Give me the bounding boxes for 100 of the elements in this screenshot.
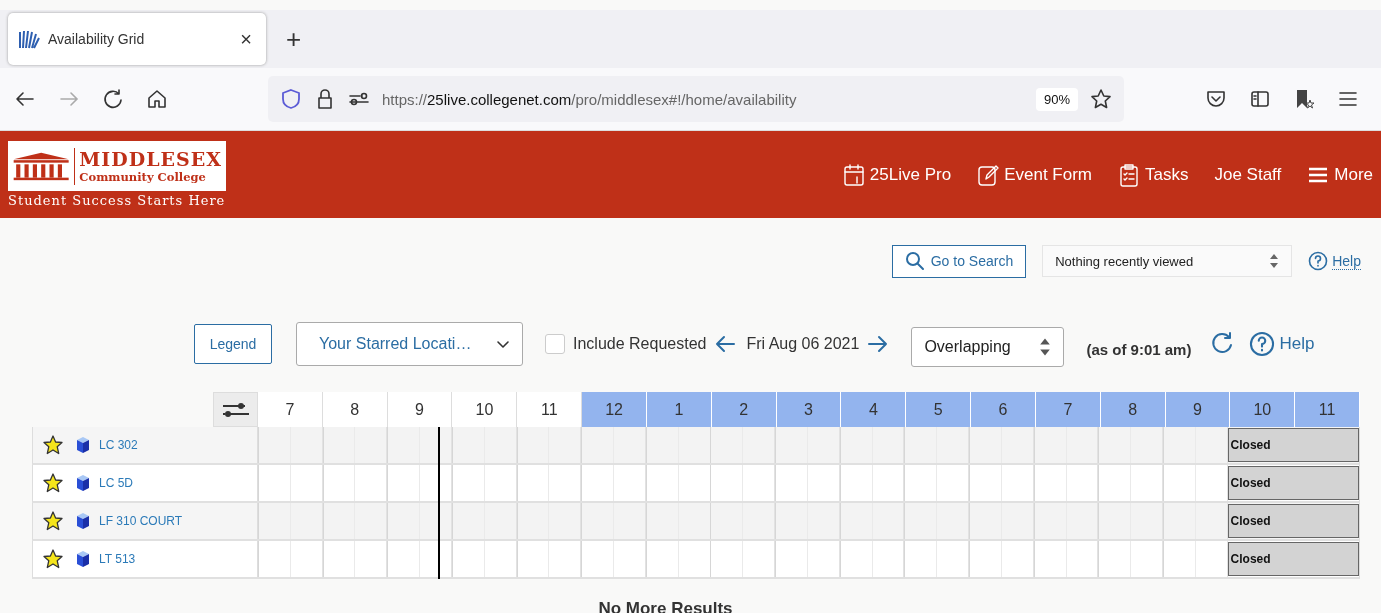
time-slot-cell[interactable] (1033, 541, 1099, 577)
time-slot-cell[interactable] (258, 541, 323, 577)
time-slot-cell[interactable] (969, 503, 1034, 539)
time-slot-cell[interactable] (839, 465, 905, 501)
time-slot-cell[interactable] (1098, 465, 1163, 501)
time-slot-cell[interactable] (581, 465, 646, 501)
nav-link[interactable]: Event Form (977, 162, 1092, 187)
time-slot-cell[interactable] (839, 427, 905, 463)
time-slot-cell[interactable] (904, 465, 970, 501)
new-tab-button[interactable]: + (280, 22, 308, 56)
time-slot-cell[interactable] (710, 541, 776, 577)
clipboard-icon (1118, 162, 1140, 187)
nav-link[interactable]: Tasks (1118, 162, 1189, 187)
time-slot-cell[interactable] (1033, 503, 1099, 539)
star-icon[interactable] (43, 511, 63, 531)
time-slot-cell[interactable] (387, 503, 452, 539)
location-link[interactable]: LC 302 (99, 438, 138, 452)
time-slot-cell[interactable] (581, 427, 646, 463)
time-slot-cell[interactable] (516, 503, 582, 539)
cube-icon (75, 512, 91, 530)
sidebar-icon[interactable] (1249, 88, 1271, 110)
time-slot-cell[interactable] (322, 541, 388, 577)
time-slot-cell[interactable] (775, 465, 840, 501)
time-slot-cell[interactable] (1162, 465, 1228, 501)
time-slot-cell[interactable] (387, 541, 452, 577)
time-slot-cell[interactable] (1162, 503, 1228, 539)
time-slot-cell[interactable] (775, 427, 840, 463)
time-slot-cell[interactable] (581, 541, 646, 577)
checkbox[interactable] (545, 334, 565, 354)
site-logo-icon (18, 28, 40, 50)
close-tab-button[interactable]: × (236, 27, 256, 51)
time-slot-cell[interactable] (451, 465, 517, 501)
reload-icon[interactable] (102, 88, 124, 110)
time-slot-cell[interactable] (516, 427, 582, 463)
location-link[interactable]: LT 513 (99, 552, 136, 566)
next-day-arrow-icon[interactable] (867, 335, 890, 353)
filter-button[interactable] (213, 392, 258, 427)
time-slot-cell[interactable] (969, 541, 1034, 577)
time-slot-cell[interactable] (969, 465, 1034, 501)
time-slot-cell[interactable] (710, 465, 776, 501)
nav-link[interactable]: 25Live Pro (842, 162, 952, 187)
hour-header: 8 (322, 392, 388, 427)
time-slot-cell[interactable] (1162, 427, 1228, 463)
time-slot-cell[interactable] (1033, 427, 1099, 463)
time-slot-cell[interactable] (710, 427, 776, 463)
recent-dropdown[interactable]: Nothing recently viewed (1042, 245, 1293, 277)
time-slot-cell[interactable] (322, 427, 388, 463)
help-link[interactable]: Help (1249, 331, 1315, 357)
time-slot-cell[interactable] (258, 503, 323, 539)
zoom-level[interactable]: 90% (1035, 87, 1078, 111)
time-slot-cell[interactable] (322, 503, 388, 539)
time-slot-cell[interactable] (387, 465, 452, 501)
time-slot-cell[interactable] (775, 503, 840, 539)
time-slot-cell[interactable] (904, 541, 970, 577)
time-slot-cell[interactable] (1162, 541, 1228, 577)
time-slot-cell[interactable] (258, 465, 323, 501)
pocket-icon[interactable] (1205, 88, 1227, 110)
time-slot-cell[interactable] (516, 541, 582, 577)
legend-button[interactable]: Legend (194, 324, 272, 364)
star-icon[interactable] (43, 549, 63, 569)
star-icon[interactable] (43, 473, 63, 493)
nav-link[interactable]: Joe Staff (1214, 164, 1282, 185)
time-slot-cell[interactable] (451, 503, 517, 539)
time-slot-cell[interactable] (1033, 465, 1099, 501)
time-slot-cell[interactable] (322, 465, 388, 501)
time-slot-cell[interactable] (839, 503, 905, 539)
time-slot-cell[interactable] (1098, 427, 1163, 463)
time-slot-cell[interactable] (904, 503, 970, 539)
time-slot-cell[interactable] (1098, 541, 1163, 577)
location-dropdown[interactable]: Your Starred Locati… (296, 322, 523, 366)
help-icon (1308, 251, 1329, 271)
nav-link[interactable]: More (1307, 162, 1373, 187)
time-slot-cell[interactable] (258, 427, 323, 463)
location-link[interactable]: LC 5D (99, 476, 133, 490)
shield-icon[interactable] (280, 88, 302, 110)
time-slot-cell[interactable] (451, 541, 517, 577)
bookmark-star-icon[interactable] (1090, 88, 1112, 110)
url-text[interactable]: https://25live.collegenet.com/pro/middlesex#!/home/availability (382, 90, 1024, 108)
cube-icon (75, 436, 91, 454)
time-slot-cell[interactable] (775, 541, 840, 577)
time-slot-cell[interactable] (969, 427, 1034, 463)
search-icon (904, 251, 925, 271)
time-slot-cell[interactable] (451, 427, 517, 463)
time-slot-cell[interactable] (516, 465, 582, 501)
go-to-search-button[interactable]: Go to Search (891, 244, 1027, 278)
hour-header: 10 (452, 392, 518, 427)
hour-header: 3 (776, 392, 842, 427)
mode-dropdown[interactable]: Overlapping (911, 327, 1065, 367)
help-link[interactable]: Help (1308, 251, 1361, 271)
time-slot-cell[interactable] (710, 503, 776, 539)
time-slot-cell[interactable] (387, 427, 452, 463)
time-slot-cell[interactable] (839, 541, 905, 577)
browser-tab[interactable]: Availability Grid × (8, 13, 266, 65)
time-slot-cell[interactable] (904, 427, 970, 463)
star-icon[interactable] (43, 435, 63, 455)
previous-day-arrow-icon[interactable] (714, 335, 737, 353)
home-icon[interactable] (146, 88, 168, 110)
time-slot-cell[interactable] (1098, 503, 1163, 539)
time-slot-cell[interactable] (581, 503, 646, 539)
location-link[interactable]: LF 310 COURT (99, 514, 183, 528)
